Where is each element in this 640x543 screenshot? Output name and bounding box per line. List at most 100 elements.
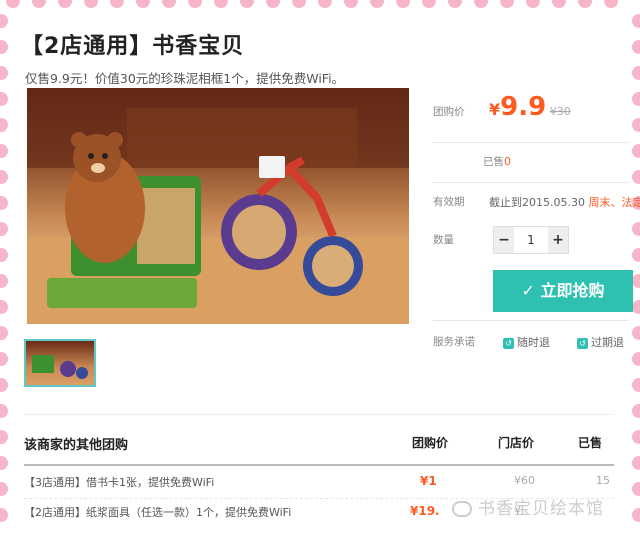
polka-dot bbox=[188, 0, 202, 8]
polka-dot bbox=[500, 0, 514, 8]
polka-dot bbox=[632, 378, 640, 392]
polka-dot bbox=[632, 144, 640, 158]
buy-now-label: 立即抢购 bbox=[540, 281, 605, 300]
polka-dot bbox=[110, 0, 124, 8]
product-photo bbox=[27, 88, 409, 324]
polka-dot bbox=[0, 92, 8, 106]
deal-subtitle: 仅售9.9元！价值30元的珍珠泥相框1个，提供免费WiFi。 bbox=[25, 71, 345, 86]
polka-dot bbox=[632, 508, 640, 522]
polka-dot bbox=[266, 0, 280, 8]
buy-now-button[interactable]: ✓ 立即抢购 bbox=[493, 270, 633, 312]
polka-dot bbox=[632, 326, 640, 340]
validity-value: 截止到2015.05.30 bbox=[489, 196, 585, 209]
wechat-icon bbox=[452, 501, 472, 517]
polka-dot bbox=[292, 0, 306, 8]
polka-dot bbox=[58, 0, 72, 8]
polka-dot bbox=[0, 144, 8, 158]
watermark: 书香宝贝绘本馆 bbox=[452, 494, 604, 519]
sold-count: 15 bbox=[596, 474, 610, 487]
polka-dot bbox=[344, 0, 358, 8]
polka-dot bbox=[318, 0, 332, 8]
check-icon: ✓ bbox=[521, 281, 541, 300]
polka-dot bbox=[0, 248, 8, 262]
polka-dot bbox=[632, 14, 640, 28]
polka-dot bbox=[6, 0, 20, 8]
polka-dot bbox=[0, 430, 8, 444]
polka-dot bbox=[0, 352, 8, 366]
polka-dot bbox=[136, 0, 150, 8]
polka-dot bbox=[0, 66, 8, 80]
sold-label: 已售 bbox=[483, 156, 504, 168]
polka-dot bbox=[0, 274, 8, 288]
col-sold: 已售 bbox=[578, 436, 603, 450]
decrement-button[interactable]: − bbox=[494, 227, 514, 253]
polka-dot bbox=[604, 0, 618, 8]
increment-button[interactable]: + bbox=[548, 227, 568, 253]
deal-price: ¥19. bbox=[410, 504, 440, 518]
polka-dot bbox=[632, 118, 640, 132]
polka-dot bbox=[552, 0, 566, 8]
polka-dot bbox=[632, 66, 640, 80]
polka-dot bbox=[632, 274, 640, 288]
store-price: ¥60 bbox=[514, 474, 535, 487]
polka-dot bbox=[0, 222, 8, 236]
polka-dot bbox=[526, 0, 540, 8]
deal-card: 【2店通用】书香宝贝 仅售9.9元！价值30元的珍珠泥相框1个，提供免费WiFi… bbox=[9, 8, 640, 543]
deal-price: 9.9 bbox=[500, 92, 547, 122]
polka-dot bbox=[84, 0, 98, 8]
polka-dot bbox=[632, 404, 640, 418]
polka-dot bbox=[632, 456, 640, 470]
polka-dot bbox=[632, 300, 640, 314]
quantity-value[interactable]: 1 bbox=[514, 227, 548, 253]
polka-dot bbox=[0, 404, 8, 418]
expired-refund-icon: ↺ bbox=[577, 337, 588, 349]
polka-dot bbox=[632, 40, 640, 54]
polka-dot bbox=[370, 0, 384, 8]
polka-dot bbox=[0, 196, 8, 210]
deal-title: 【2店通用】书香宝贝 bbox=[21, 34, 245, 59]
polka-dot bbox=[0, 482, 8, 496]
polka-dot bbox=[632, 482, 640, 496]
polka-dot bbox=[0, 170, 8, 184]
polka-dot bbox=[0, 118, 8, 132]
refund-anytime-icon: ↺ bbox=[503, 337, 514, 349]
polka-dot bbox=[632, 92, 640, 106]
other-deals-title: 该商家的其他团购 bbox=[24, 438, 129, 453]
polka-dot bbox=[632, 430, 640, 444]
polka-dot bbox=[32, 0, 46, 8]
polka-dot bbox=[0, 14, 8, 28]
polka-dot bbox=[448, 0, 462, 8]
product-photo-illustration bbox=[27, 88, 409, 324]
deal-price: ¥1 bbox=[420, 474, 437, 488]
polka-dot bbox=[0, 40, 8, 54]
polka-dot bbox=[578, 0, 592, 8]
polka-dot bbox=[0, 300, 8, 314]
polka-dot bbox=[0, 326, 8, 340]
service-anytime-refund: 随时退 bbox=[517, 336, 550, 349]
polka-dot bbox=[422, 0, 436, 8]
polka-dot bbox=[162, 0, 176, 8]
polka-dot bbox=[0, 508, 8, 522]
quantity-stepper: − 1 + bbox=[493, 226, 569, 254]
other-deals-header: 该商家的其他团购 团购价 门店价 已售 bbox=[24, 434, 614, 464]
product-thumbnail[interactable] bbox=[24, 339, 96, 387]
deal-name[interactable]: 【2店通用】纸浆面具（任选一款）1个，提供免费WiFi bbox=[24, 504, 291, 520]
polka-dot bbox=[632, 248, 640, 262]
polka-dot bbox=[474, 0, 488, 8]
original-price: ¥30 bbox=[549, 105, 571, 118]
validity-label: 有效期 bbox=[433, 196, 465, 208]
polka-dot bbox=[0, 456, 8, 470]
polka-dot bbox=[632, 352, 640, 366]
col-deal-price: 团购价 bbox=[412, 436, 449, 450]
validity-extra: 周末、法定 bbox=[588, 196, 640, 209]
sold-count: 0 bbox=[504, 155, 511, 168]
watermark-text: 书香宝贝绘本馆 bbox=[478, 499, 604, 519]
polka-dot bbox=[632, 170, 640, 184]
price-currency: ¥ bbox=[489, 100, 501, 119]
quantity-label: 数量 bbox=[433, 234, 454, 246]
deal-name[interactable]: 【3店通用】借书卡1张，提供免费WiFi bbox=[24, 474, 214, 490]
service-label: 服务承诺 bbox=[433, 336, 475, 348]
price-label: 团购价 bbox=[433, 106, 465, 118]
polka-dot bbox=[396, 0, 410, 8]
polka-dot bbox=[214, 0, 228, 8]
